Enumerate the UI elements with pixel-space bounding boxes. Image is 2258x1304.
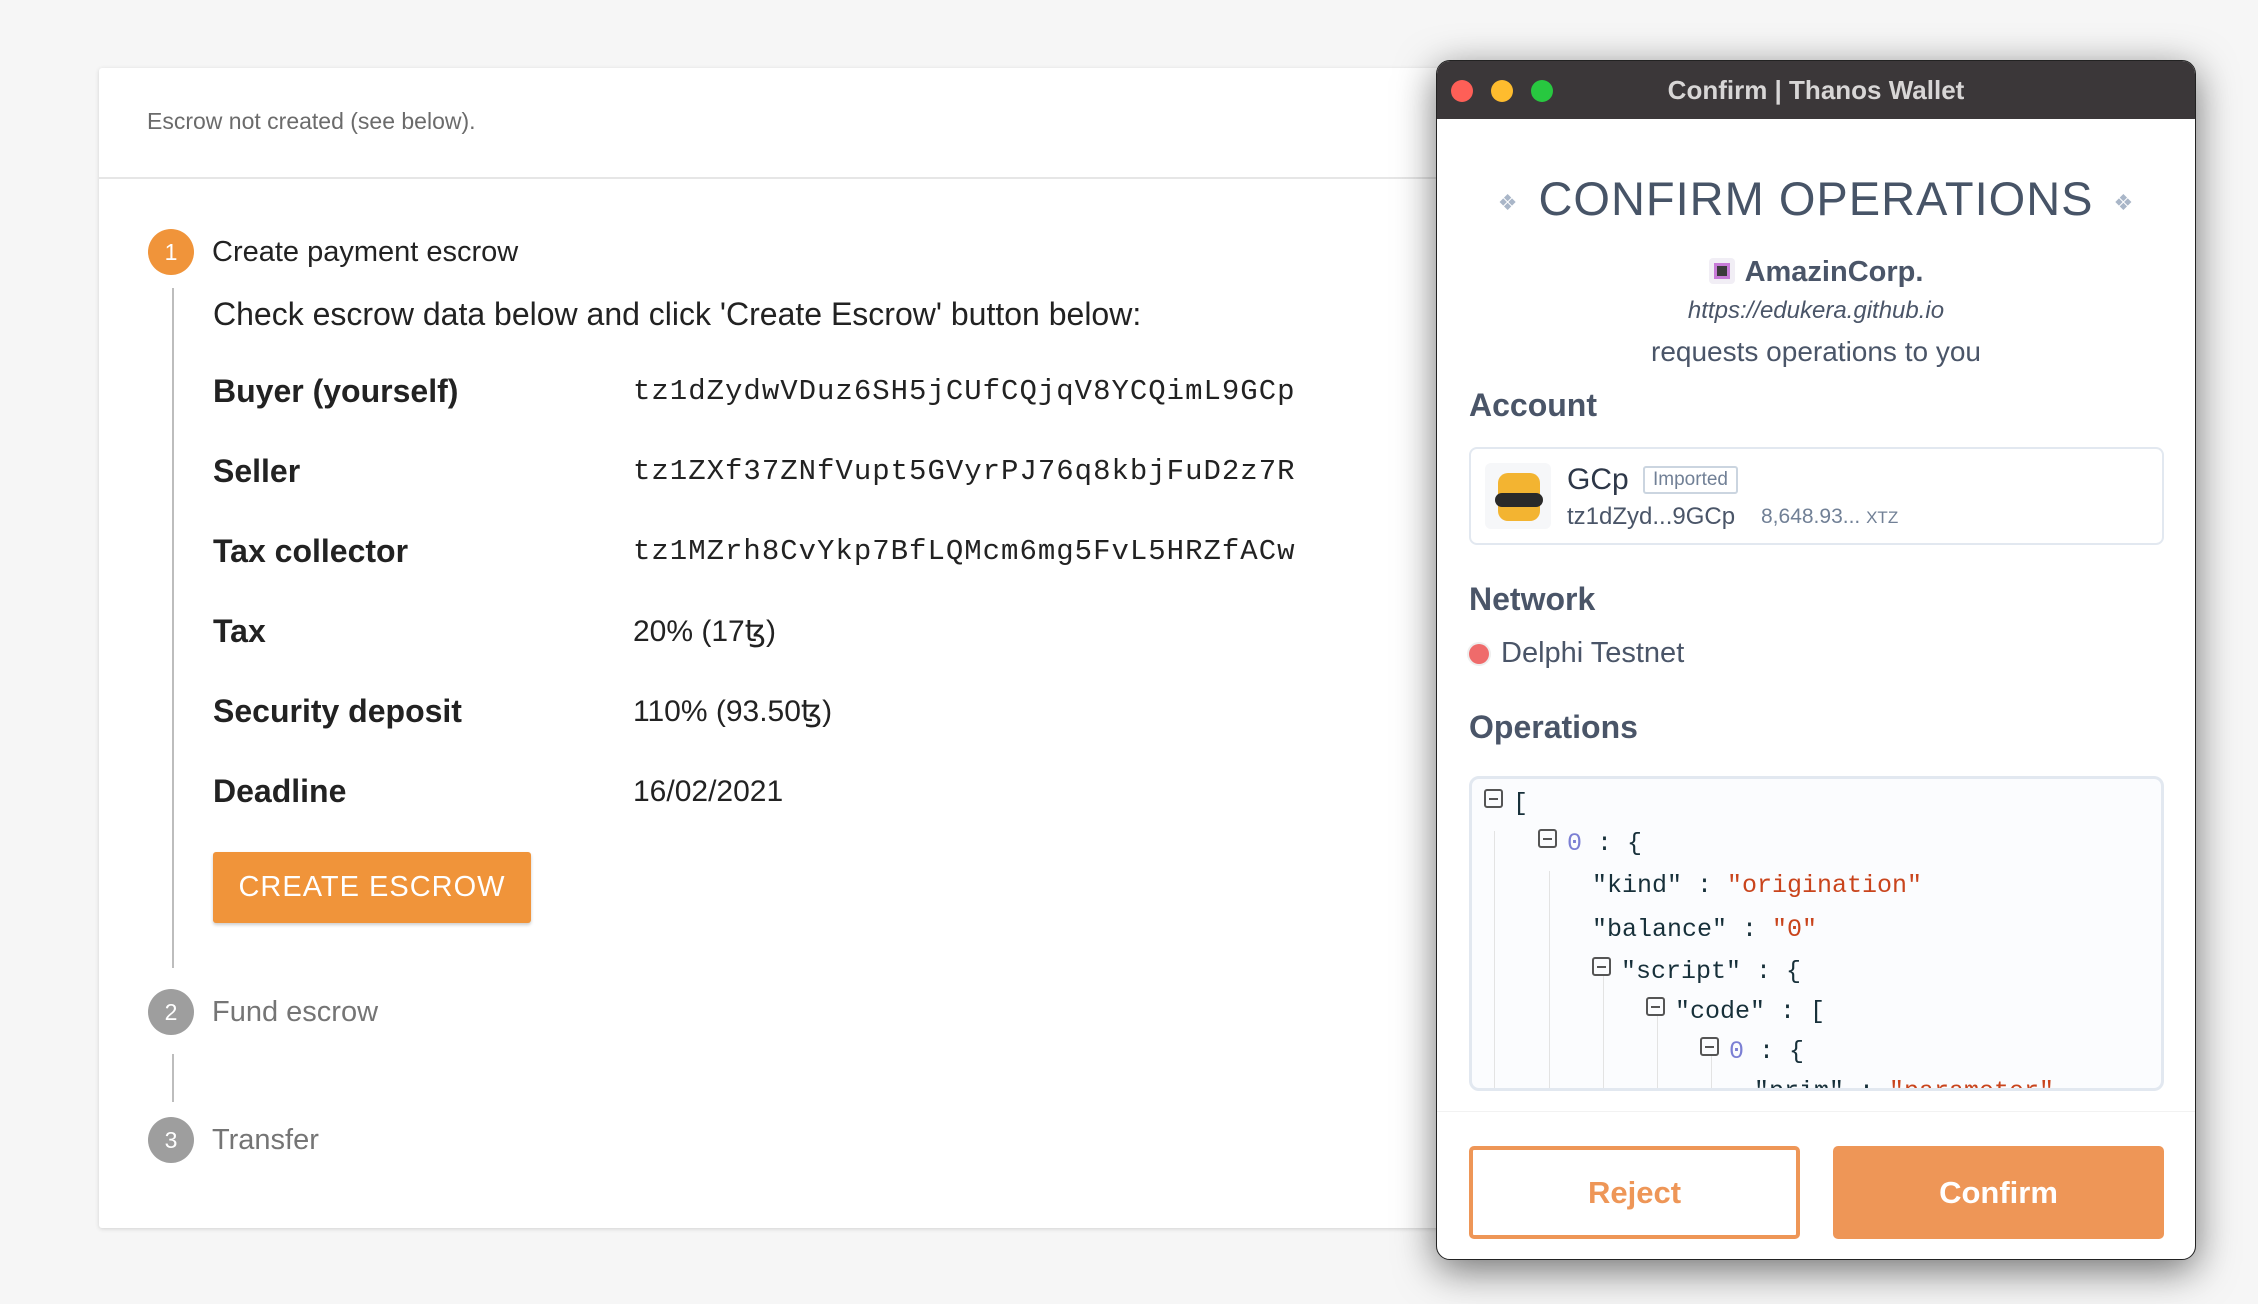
- row-buyer: Buyer (yourself) tz1dZydwVDuz6SH5jCUfCQjq…: [213, 373, 1296, 410]
- row-value: tz1dZydwVDuz6SH5jCUfCQjqV8YCQimL9GCp: [633, 375, 1296, 408]
- row-value: tz1ZXf37ZNfVupt5GVyrPJ76q8kbjFuD2z7R: [633, 455, 1296, 488]
- ornament-icon: ❖: [1497, 189, 1519, 215]
- account-balance: 8,648.93... XTZ: [1761, 505, 1898, 529]
- json-index: 0: [1729, 1037, 1745, 1066]
- json-value: "parameter": [1889, 1077, 2054, 1088]
- operations-json-viewer[interactable]: [ 0 : { "kind" : "origination" "balance"…: [1469, 776, 2164, 1091]
- imported-badge: Imported: [1643, 466, 1738, 494]
- row-value: 16/02/2021: [633, 774, 784, 808]
- row-label: Security deposit: [213, 693, 462, 729]
- row-label: Tax: [213, 613, 266, 649]
- window-title: Confirm | Thanos Wallet: [1667, 74, 1965, 105]
- reject-button[interactable]: Reject: [1469, 1146, 1800, 1239]
- row-seller: Seller tz1ZXf37ZNfVupt5GVyrPJ76q8kbjFuD2z…: [213, 453, 1296, 490]
- row-label: Deadline: [213, 773, 347, 809]
- maximize-window-button[interactable]: [1531, 80, 1553, 102]
- json-key: "script" : {: [1621, 957, 1802, 986]
- divider: [1437, 1111, 2195, 1112]
- json-value: "origination": [1727, 871, 1923, 900]
- account-address: tz1dZyd...9GCp: [1567, 503, 1736, 530]
- escrow-card: Escrow not created (see below). 1 Create…: [99, 68, 1499, 1228]
- step-label: Fund escrow: [212, 995, 379, 1028]
- dapp-info: AmazinCorp.: [1437, 256, 2195, 289]
- close-window-button[interactable]: [1451, 80, 1473, 102]
- json-key: "kind" :: [1592, 871, 1728, 900]
- network-name: Delphi Testnet: [1501, 637, 1685, 669]
- escrow-status: Escrow not created (see below).: [99, 68, 1499, 179]
- step-label: Transfer: [212, 1123, 319, 1156]
- step-number: 3: [148, 1117, 194, 1163]
- balance-value: 8,648.93...: [1761, 505, 1861, 528]
- dapp-logo-icon: [1708, 258, 1735, 284]
- thanos-wallet-window: Confirm | Thanos Wallet ❖ CONFIRM OPERATI…: [1436, 60, 2196, 1260]
- network-heading: Network: [1469, 581, 1596, 617]
- dapp-url: https://edukera.github.io: [1687, 297, 1945, 324]
- json-token: : {: [1582, 829, 1643, 858]
- row-label: Tax collector: [213, 533, 409, 569]
- step-2: 2 Fund escrow: [148, 989, 378, 1035]
- row-tax: Tax 20% (17ꜩ): [213, 613, 776, 650]
- step-connector: [172, 1054, 174, 1102]
- step-3: 3 Transfer: [148, 1117, 319, 1163]
- network-indicator: Delphi Testnet: [1469, 637, 1684, 670]
- title-text: CONFIRM OPERATIONS: [1538, 172, 2094, 225]
- avatar: [1485, 463, 1551, 529]
- row-label: Seller: [213, 453, 301, 489]
- collapse-icon[interactable]: [1646, 997, 1665, 1016]
- row-value: 20% (17ꜩ): [633, 615, 777, 648]
- json-value: "0": [1772, 915, 1818, 944]
- json-token: [: [1513, 789, 1529, 818]
- step-1: 1 Create payment escrow: [148, 229, 518, 275]
- step-number: 2: [148, 989, 194, 1035]
- row-deadline: Deadline 16/02/2021: [213, 773, 783, 810]
- confirm-button[interactable]: Confirm: [1833, 1146, 2164, 1239]
- json-token: : {: [1744, 1037, 1805, 1066]
- page-title: ❖ CONFIRM OPERATIONS ❖: [1437, 171, 2195, 226]
- dapp-name: AmazinCorp.: [1744, 256, 1924, 288]
- instructions: Check escrow data below and click 'Creat…: [213, 296, 1142, 332]
- row-security-deposit: Security deposit 110% (93.50ꜩ): [213, 693, 832, 730]
- row-label: Buyer (yourself): [213, 373, 459, 409]
- account-heading: Account: [1469, 387, 1597, 423]
- minimize-window-button[interactable]: [1491, 80, 1513, 102]
- collapse-icon[interactable]: [1700, 1037, 1719, 1056]
- account-card[interactable]: GCp Imported tz1dZyd...9GCp 8,648.93... …: [1469, 447, 2164, 545]
- collapse-icon[interactable]: [1484, 789, 1503, 808]
- collapse-icon[interactable]: [1538, 829, 1557, 848]
- window-titlebar: Confirm | Thanos Wallet: [1437, 61, 2195, 119]
- collapse-icon[interactable]: [1592, 957, 1611, 976]
- json-key: "balance" :: [1592, 915, 1773, 944]
- operations-heading: Operations: [1469, 709, 1638, 745]
- json-key: "code" : [: [1675, 997, 1826, 1026]
- json-key: "prim" :: [1754, 1077, 1889, 1088]
- request-text: requests operations to you: [1651, 336, 1981, 367]
- ornament-icon: ❖: [2113, 189, 2135, 215]
- account-name: GCp: [1567, 463, 1629, 496]
- row-value: tz1MZrh8CvYkp7BfLQMcm6mg5FvL5HRZfACw: [633, 535, 1296, 568]
- row-value: 110% (93.50ꜩ): [633, 695, 833, 728]
- step-label: Create payment escrow: [212, 235, 519, 268]
- step-number: 1: [148, 229, 194, 275]
- json-index: 0: [1567, 829, 1583, 858]
- create-escrow-button[interactable]: CREATE ESCROW: [213, 852, 531, 923]
- step-connector: [172, 288, 174, 968]
- row-tax-collector: Tax collector tz1MZrh8CvYkp7BfLQMcm6mg5Fv…: [213, 533, 1296, 570]
- balance-unit: XTZ: [1866, 508, 1899, 527]
- network-status-dot: [1469, 643, 1489, 664]
